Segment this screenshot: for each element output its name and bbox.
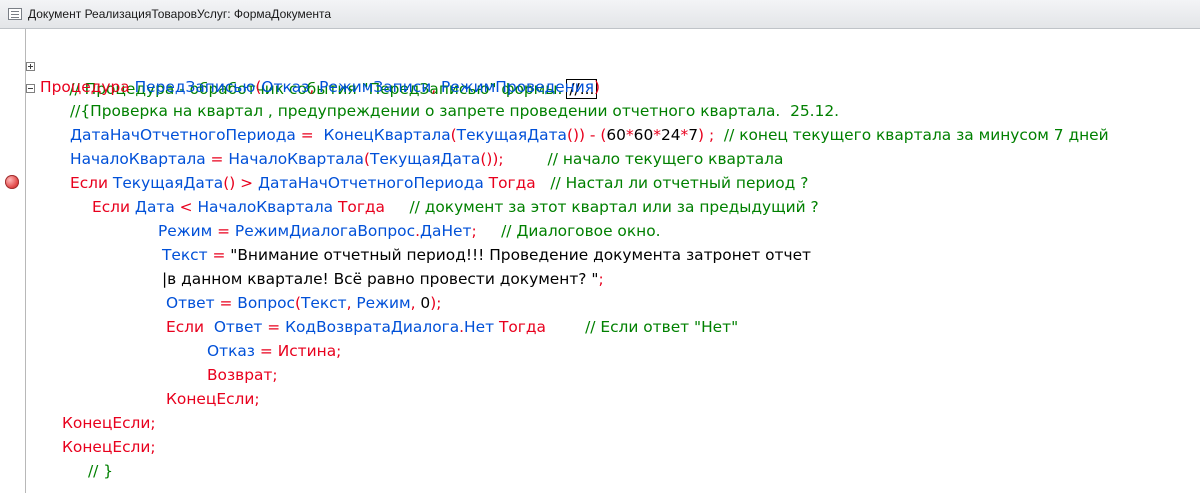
code-line-16: КонецЕсли;: [62, 414, 156, 432]
breakpoint-icon[interactable]: [5, 175, 19, 189]
code-line-15: КонецЕсли;: [166, 390, 260, 408]
fold-expand-icon[interactable]: [26, 62, 35, 71]
code-line-9: Текст = "Внимание отчетный период!!! Про…: [162, 246, 812, 264]
code-line-4: ДатаНачОтчетногоПериода = КонецКвартала(…: [70, 126, 1109, 144]
code-line-7: Если Дата < НачалоКвартала Тогда // доку…: [92, 198, 819, 216]
title-bar: Документ РеализацияТоваровУслуг: ФормаДо…: [0, 0, 1200, 29]
editor-gutter[interactable]: [0, 29, 24, 493]
code-line-18: // }: [88, 462, 114, 480]
document-form-icon: [8, 8, 22, 20]
code-line-8: Режим = РежимДиалогаВопрос.ДаНет; // Диа…: [158, 222, 661, 240]
editor-window: Документ РеализацияТоваровУслуг: ФормаДо…: [0, 0, 1200, 493]
code-line-14: Возврат;: [207, 366, 278, 384]
code-line-17: КонецЕсли;: [62, 438, 156, 456]
code-line-3: //{Проверка на квартал , предупреждении …: [70, 102, 840, 120]
code-line-2: Процедура ПередЗаписью(Отказ, РежимЗапис…: [40, 78, 600, 96]
code-line-1: // Процедура - обработчик события "Перед…: [40, 53, 598, 99]
code-line-11: Ответ = Вопрос(Текст, Режим, 0);: [166, 294, 442, 312]
code-line-12: Если Ответ = КодВозвратаДиалога.Нет Тогд…: [166, 318, 739, 336]
window-title: Документ РеализацияТоваровУслуг: ФормаДо…: [28, 7, 332, 21]
code-line-13: Отказ = Истина;: [207, 342, 342, 360]
fold-collapse-icon[interactable]: [26, 84, 35, 93]
code-line-6: Если ТекущаяДата() > ДатаНачОтчетногоПер…: [70, 174, 809, 192]
code-line-5: НачалоКвартала = НачалоКвартала(ТекущаяД…: [70, 150, 784, 168]
code-line-10: |в данном квартале! Всё равно провести д…: [162, 270, 604, 288]
code-editor[interactable]: // Процедура - обработчик события "Перед…: [26, 29, 1200, 493]
